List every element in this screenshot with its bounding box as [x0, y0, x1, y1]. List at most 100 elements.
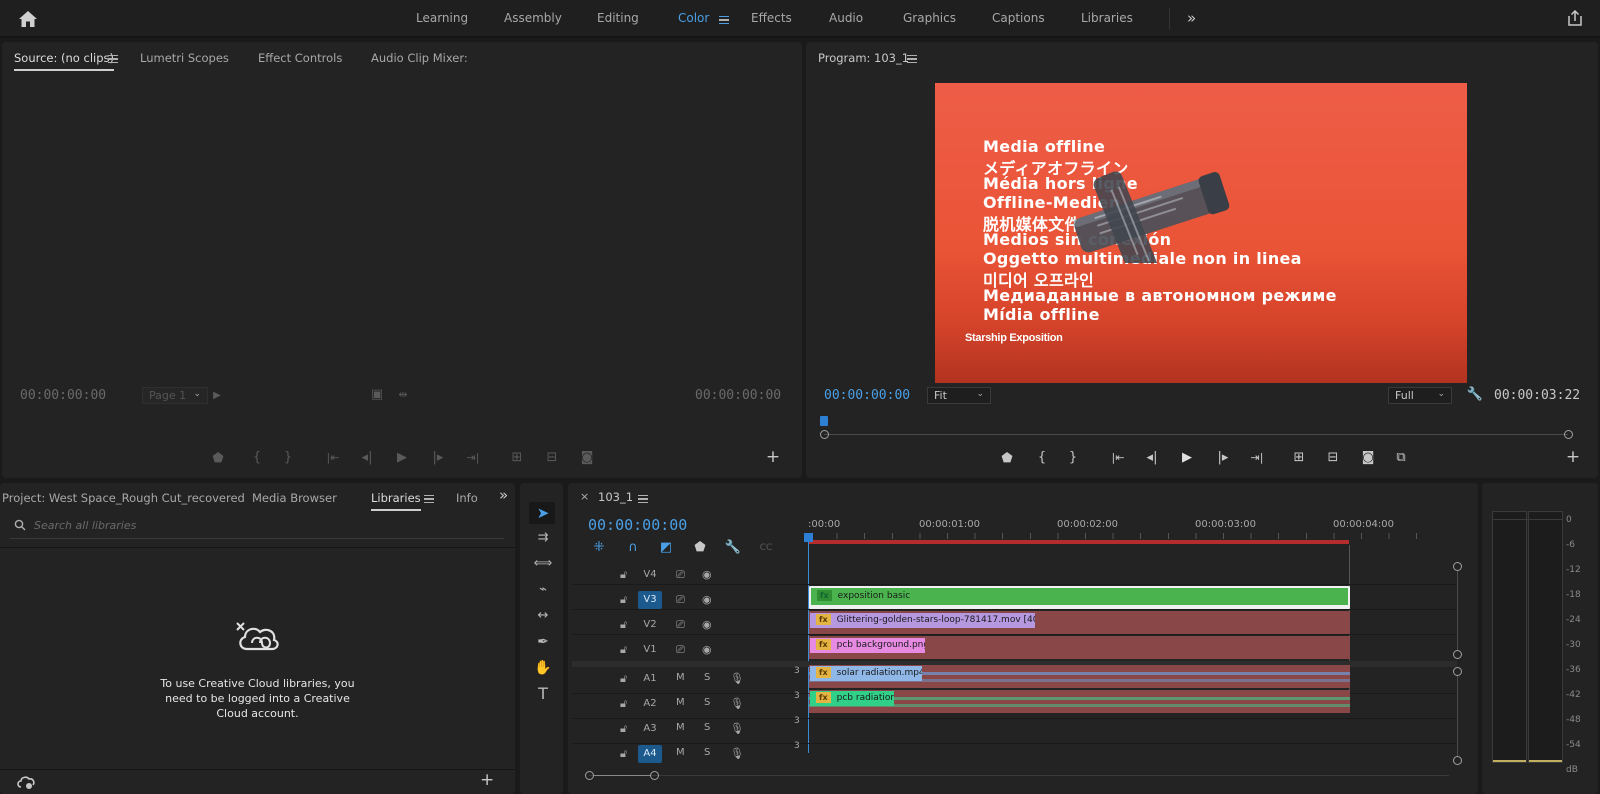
add-library-icon[interactable]: + [480, 770, 494, 790]
track-label[interactable]: A3 [638, 720, 662, 738]
eye-icon[interactable]: ◉ [702, 643, 712, 656]
tab-audio-clip-mixer[interactable]: Audio Clip Mixer: [371, 51, 468, 65]
razor-icon[interactable]: ⌁ [530, 579, 556, 601]
play-icon[interactable]: ▶ [1178, 451, 1196, 465]
timeline-zoom-thumb[interactable] [594, 775, 650, 776]
track-label[interactable]: V3 [638, 591, 662, 609]
lift-icon[interactable]: ⊞ [1290, 451, 1308, 465]
work-area-bar[interactable] [809, 540, 1349, 544]
clip-glittering-stars[interactable]: fx Glittering-golden-stars-loop-781417.mo… [810, 613, 1035, 628]
hand-icon[interactable]: ✋ [530, 657, 556, 679]
comparison-view-icon[interactable]: ⧉ [1392, 451, 1410, 465]
source-page-dropdown[interactable]: Page 1 ⌄ [142, 387, 208, 404]
workspace-audio[interactable]: Audio [829, 11, 863, 25]
microphone-icon[interactable]: 🎙︎ [730, 672, 744, 685]
track-label[interactable]: V2 [638, 616, 662, 634]
track-label[interactable]: A4 [638, 745, 662, 763]
timeline-settings-icon[interactable]: 🔧 [724, 541, 742, 555]
program-menu-icon[interactable] [907, 55, 917, 63]
workspace-libraries[interactable]: Libraries [1081, 11, 1133, 25]
mute-button[interactable]: M [676, 697, 685, 708]
track-label[interactable]: V1 [638, 641, 662, 659]
sequence-menu-icon[interactable] [638, 495, 648, 503]
audio-scroll-top-handle[interactable] [1453, 667, 1462, 676]
play-arrow-icon[interactable]: ▶ [208, 389, 226, 403]
clip-pcb-radiation[interactable]: fx pcb radiation [810, 691, 894, 706]
captions-icon[interactable]: CC [757, 541, 775, 555]
export-frame-icon[interactable]: ◙ [578, 451, 596, 465]
mute-button[interactable]: M [676, 722, 685, 733]
mark-out-icon[interactable]: } [1064, 451, 1082, 465]
tab-info[interactable]: Info [456, 491, 478, 505]
microphone-icon[interactable]: 🎙︎ [730, 697, 744, 710]
play-icon[interactable]: ▶ [393, 451, 411, 465]
compare-icon[interactable]: ⇹ [394, 388, 412, 402]
selection-tool-icon[interactable]: ➤ [530, 502, 556, 524]
pen-icon[interactable]: ✒ [530, 631, 556, 653]
tab-libraries[interactable]: Libraries [371, 491, 421, 511]
add-button-icon[interactable]: + [1564, 449, 1582, 466]
mute-button[interactable]: M [676, 672, 685, 683]
playhead-marker[interactable] [820, 416, 828, 426]
mark-out-icon[interactable]: } [279, 451, 297, 465]
vertical-scroll-track[interactable] [1457, 676, 1458, 756]
workspace-graphics[interactable]: Graphics [903, 11, 956, 25]
go-to-out-icon[interactable]: ⇥| [1248, 451, 1266, 465]
linked-selection-icon[interactable]: ◩ [657, 541, 675, 555]
lock-icon[interactable]: 🔓︎ [620, 722, 627, 736]
step-back-icon[interactable]: ◂| [358, 451, 376, 465]
slip-icon[interactable]: ↔ [530, 605, 556, 627]
vertical-scroll-track[interactable] [1457, 571, 1458, 650]
program-monitor-frame[interactable]: Media offline メディアオフライン Média hors ligne… [935, 83, 1467, 383]
track-label[interactable]: A2 [638, 695, 662, 713]
sequence-tab[interactable]: 103_1 [598, 490, 633, 504]
solo-button[interactable]: S [704, 697, 710, 708]
go-to-out-icon[interactable]: ⇥| [464, 451, 482, 465]
settings-icon[interactable]: ▣ [368, 388, 386, 402]
step-back-icon[interactable]: ◂| [1143, 451, 1161, 465]
sync-lock-icon[interactable]: ⎚ [676, 593, 685, 607]
mark-in-icon[interactable]: { [1033, 451, 1051, 465]
source-menu-icon[interactable] [108, 55, 118, 63]
workspace-captions[interactable]: Captions [992, 11, 1045, 25]
export-frame-icon[interactable]: ◙ [1359, 451, 1377, 465]
solo-button[interactable]: S [704, 672, 710, 683]
go-to-in-icon[interactable]: |⇤ [1109, 451, 1127, 465]
tab-lumetri-scopes[interactable]: Lumetri Scopes [140, 51, 229, 65]
scroll-handle-left[interactable] [820, 430, 829, 439]
eye-icon[interactable]: ◉ [702, 618, 712, 631]
insert-icon[interactable]: ⊞ [508, 451, 526, 465]
resolution-dropdown[interactable]: Full ⌄ [1388, 387, 1452, 404]
playhead-marker[interactable] [804, 533, 813, 542]
add-marker-icon[interactable]: ⬟ [691, 541, 709, 555]
mute-button[interactable]: M [676, 747, 685, 758]
snap-icon[interactable]: ∩ [624, 541, 642, 555]
workspace-color[interactable]: Color [678, 11, 709, 25]
track-label[interactable]: V4 [638, 566, 662, 584]
lock-icon[interactable]: 🔓︎ [620, 643, 627, 657]
sync-lock-icon[interactable]: ⎚ [676, 618, 685, 632]
ripple-edit-icon[interactable]: ⟺ [530, 553, 556, 575]
timeline-zoom-right-handle[interactable] [650, 771, 659, 780]
lock-icon[interactable]: 🔓︎ [620, 568, 627, 582]
search-field[interactable]: Search all libraries [10, 513, 504, 539]
more-workspaces-icon[interactable]: » [1187, 9, 1196, 27]
microphone-icon[interactable]: 🎙︎ [730, 747, 744, 760]
tab-source[interactable]: Source: (no clips) [14, 51, 114, 71]
audio-scroll-bottom-handle[interactable] [1453, 756, 1462, 765]
timeline-timecode[interactable]: 00:00:00:00 [588, 516, 687, 534]
go-to-in-icon[interactable]: |⇤ [324, 451, 342, 465]
tab-media-browser[interactable]: Media Browser [252, 491, 337, 505]
scroll-handle-right[interactable] [1564, 430, 1573, 439]
clip-pcb-background[interactable]: fx pcb background.png [810, 638, 925, 653]
extract-icon[interactable]: ⊟ [1324, 451, 1342, 465]
timeline-zoom-left-handle[interactable] [585, 771, 594, 780]
close-icon[interactable]: × [580, 490, 589, 503]
lock-icon[interactable]: 🔓︎ [620, 618, 627, 632]
tab-project[interactable]: Project: West Space_Rough Cut_recovered [2, 491, 245, 505]
add-button-icon[interactable]: + [764, 449, 782, 466]
lock-icon[interactable]: 🔓︎ [620, 593, 627, 607]
microphone-icon[interactable]: 🎙︎ [730, 722, 744, 735]
track-label[interactable]: A1 [638, 670, 662, 688]
workspace-editing[interactable]: Editing [597, 11, 639, 25]
